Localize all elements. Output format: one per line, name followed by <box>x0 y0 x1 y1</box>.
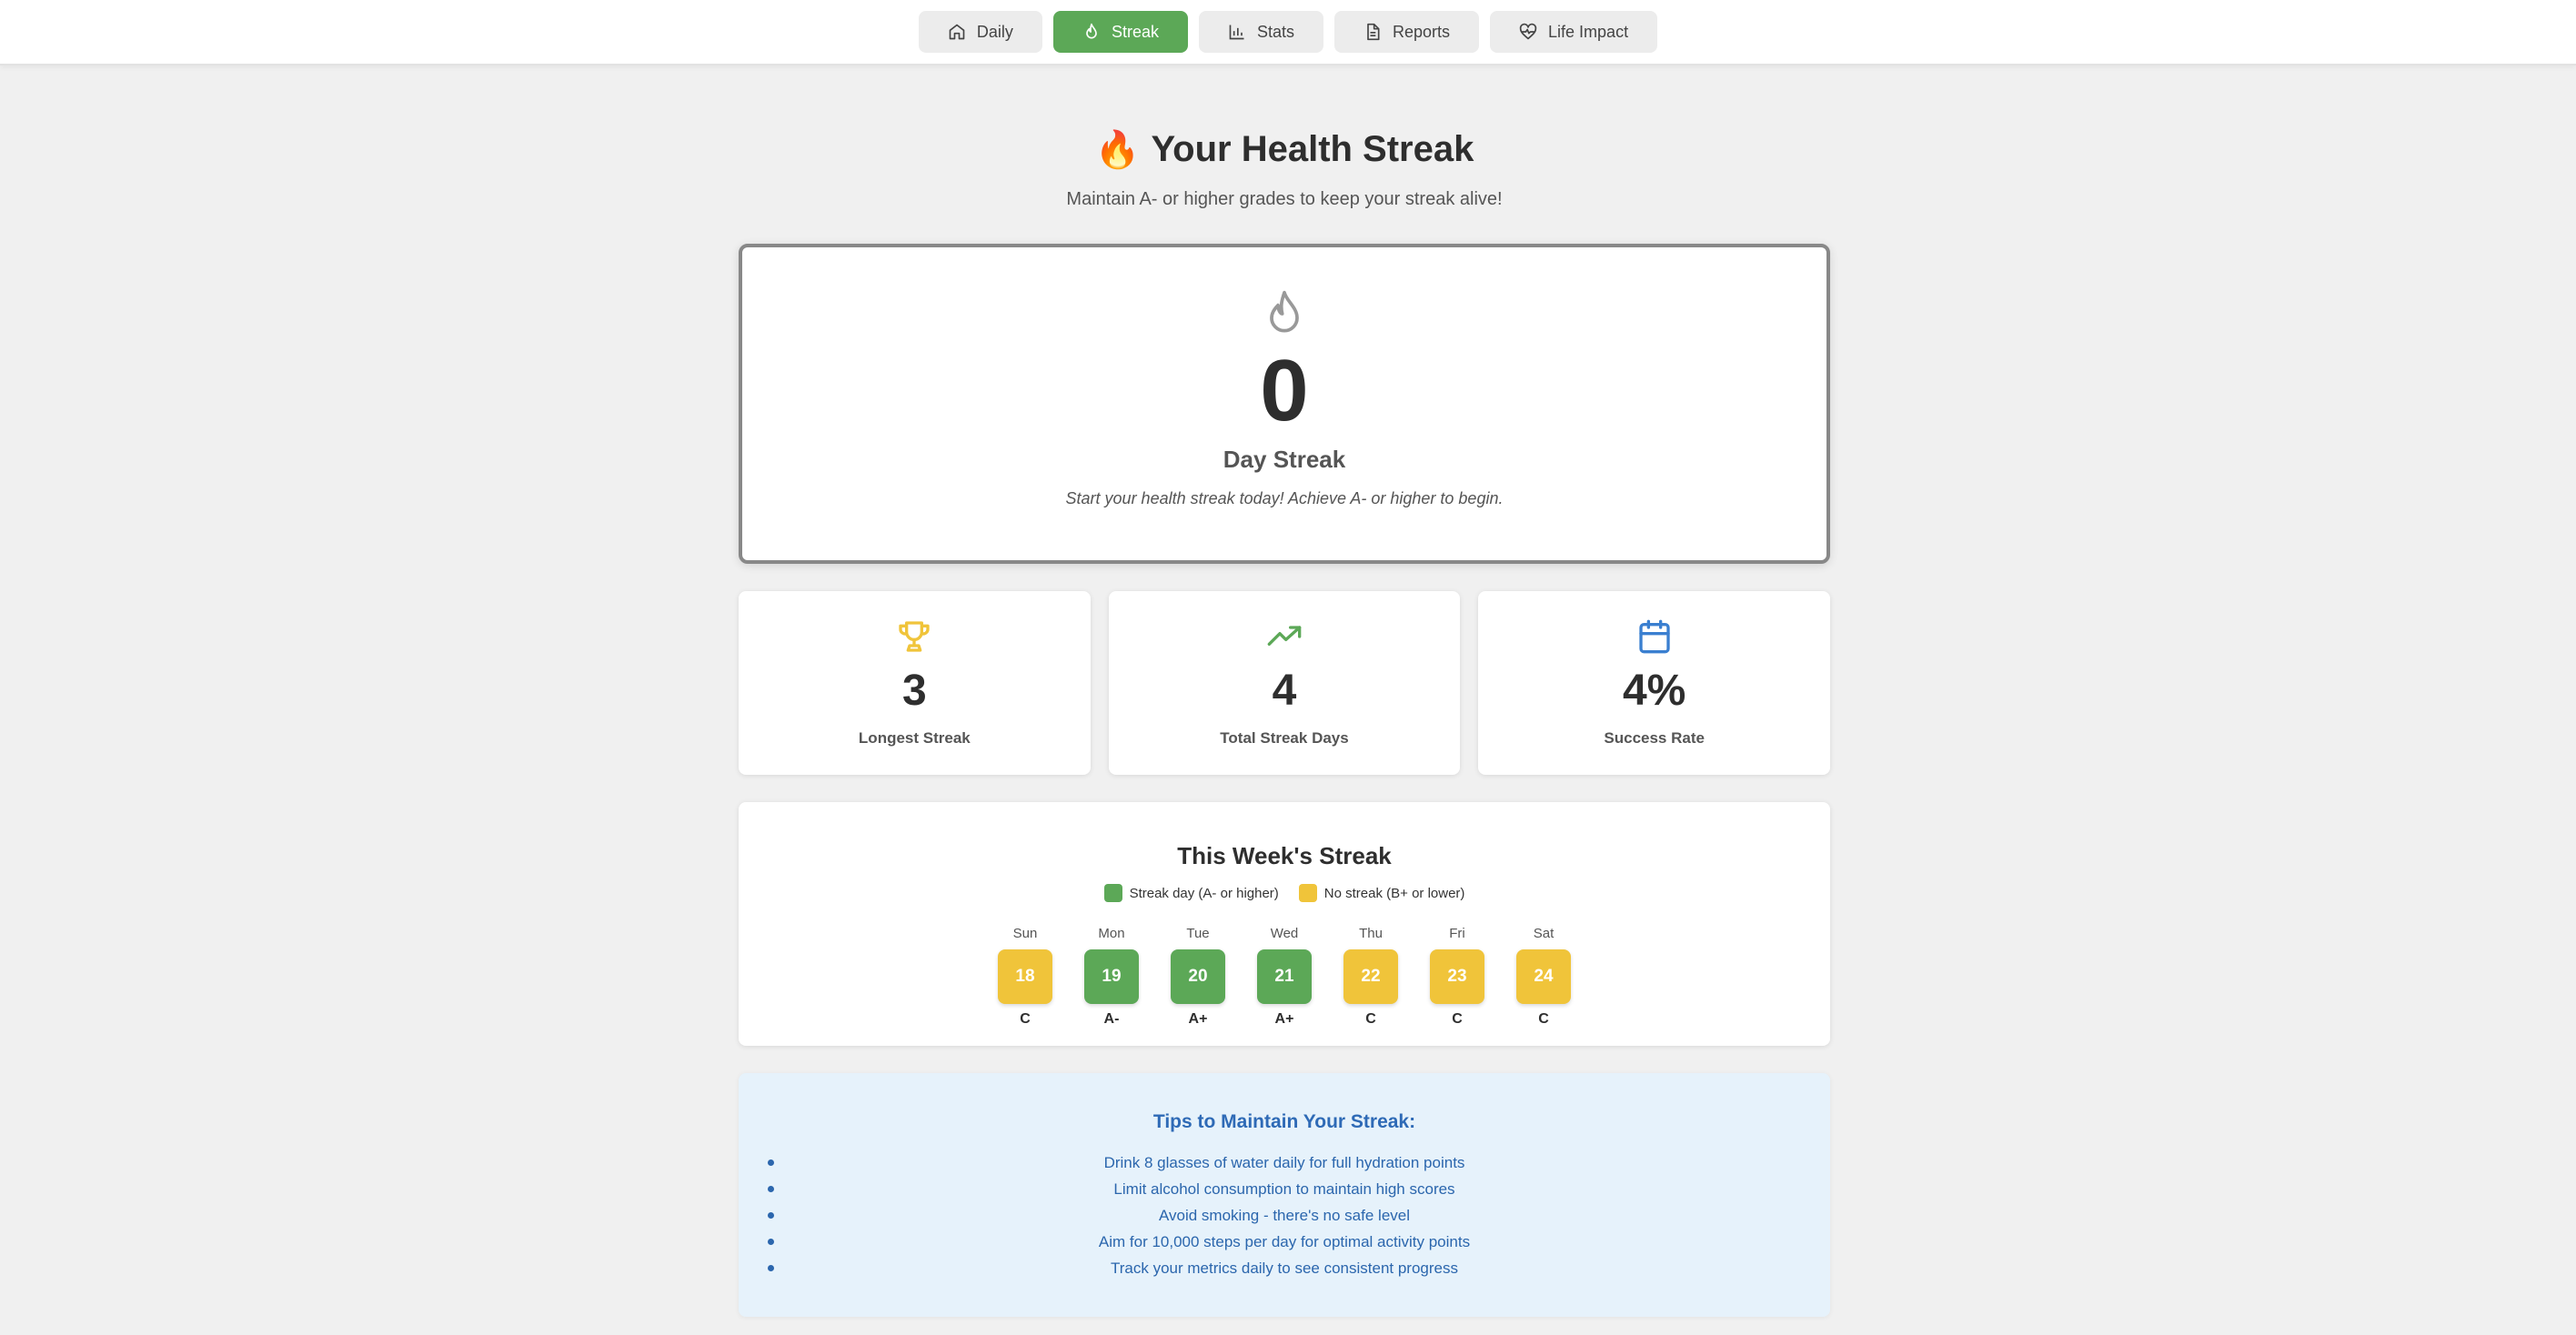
week-streak-card: This Week's Streak Streak day (A- or hig… <box>739 802 1830 1046</box>
bullet-icon <box>768 1265 774 1271</box>
day-sun: Sun 18 C <box>998 926 1052 1028</box>
calendar-icon <box>1639 619 1670 654</box>
current-streak-card: 0 Day Streak Start your health streak to… <box>739 244 1830 564</box>
bar-chart-icon <box>1229 25 1244 40</box>
tip-text: Avoid smoking - there's no safe level <box>1158 1207 1411 1224</box>
day-grade: C <box>1365 1011 1376 1027</box>
page-title: 🔥 Your Health Streak <box>739 125 1830 173</box>
tab-label: Reports <box>1393 22 1451 41</box>
legend-item-no-streak: No streak (B+ or lower) <box>1298 884 1465 902</box>
legend-swatch-yellow <box>1298 884 1317 902</box>
heart-pulse-icon <box>1519 23 1537 40</box>
legend: Streak day (A- or higher) No streak (B+ … <box>739 884 1830 902</box>
tip-text: Track your metrics daily to see consiste… <box>1110 1260 1458 1277</box>
day-date-box[interactable]: 23 <box>1430 949 1484 1004</box>
week-title: This Week's Streak <box>1177 842 1392 869</box>
day-name: Sat <box>1533 926 1555 941</box>
tab-reports[interactable]: Reports <box>1334 11 1480 53</box>
tip-text: Aim for 10,000 steps per day for optimal… <box>1098 1233 1471 1250</box>
stat-label: Longest Streak <box>858 729 971 747</box>
legend-swatch-green <box>1103 884 1122 902</box>
legend-label: Streak day (A- or higher) <box>1129 885 1279 901</box>
day-grade: A+ <box>1188 1011 1208 1027</box>
day-date-box[interactable]: 22 <box>1343 949 1398 1004</box>
tips-list: Drink 8 glasses of water daily for full … <box>739 1149 1830 1281</box>
day-date-box[interactable]: 20 <box>1171 949 1225 1004</box>
streak-count: 0 <box>1260 342 1309 439</box>
bullet-icon <box>768 1186 774 1192</box>
day-name: Mon <box>1098 926 1125 941</box>
tab-label: Life Impact <box>1548 22 1629 41</box>
tab-daily[interactable]: Daily <box>918 11 1042 53</box>
week-days: Sun 18 C Mon 19 A- Tue 20 A+ Wed 21 A+ T… <box>739 926 1830 1028</box>
tip-text: Drink 8 glasses of water daily for full … <box>1103 1154 1465 1171</box>
stat-card-success-rate: 4% Success Rate <box>1478 591 1831 775</box>
flame-icon <box>1086 23 1097 39</box>
stat-label: Success Rate <box>1604 729 1705 747</box>
page-subtitle: Maintain A- or higher grades to keep you… <box>1066 189 1503 209</box>
day-grade: C <box>1020 1011 1031 1027</box>
day-date-box[interactable]: 19 <box>1084 949 1139 1004</box>
bullet-icon <box>768 1239 774 1245</box>
day-tue: Tue 20 A+ <box>1171 926 1225 1028</box>
stat-card-longest-streak: 3 Longest Streak <box>739 591 1091 775</box>
trophy-icon <box>899 621 930 652</box>
day-name: Wed <box>1270 926 1299 941</box>
day-date-box[interactable]: 21 <box>1257 949 1312 1004</box>
streak-label: Day Streak <box>1223 446 1346 473</box>
tip-text: Limit alcohol consumption to maintain hi… <box>1113 1180 1455 1198</box>
page-title-text: Your Health Streak <box>1151 128 1474 169</box>
bullet-icon <box>768 1212 774 1219</box>
day-grade: A- <box>1103 1011 1120 1027</box>
fire-emoji-icon: 🔥 <box>1094 129 1141 170</box>
tip-item: Aim for 10,000 steps per day for optimal… <box>739 1229 1830 1255</box>
tab-label: Streak <box>1111 22 1159 41</box>
day-sat: Sat 24 C <box>1516 926 1571 1028</box>
tip-item: Track your metrics daily to see consiste… <box>739 1255 1830 1281</box>
legend-label: No streak (B+ or lower) <box>1323 885 1465 901</box>
legend-item-streak: Streak day (A- or higher) <box>1103 884 1279 902</box>
home-icon <box>949 24 965 40</box>
day-date-box[interactable]: 18 <box>998 949 1052 1004</box>
day-date-box[interactable]: 24 <box>1516 949 1571 1004</box>
tip-item: Drink 8 glasses of water daily for full … <box>739 1149 1830 1176</box>
tab-label: Stats <box>1256 22 1294 41</box>
day-mon: Mon 19 A- <box>1084 926 1139 1028</box>
tab-label: Daily <box>976 22 1013 41</box>
stat-value: 4% <box>1622 667 1686 715</box>
streak-message: Start your health streak today! Achieve … <box>1065 489 1504 507</box>
day-grade: C <box>1452 1011 1463 1027</box>
day-name: Sun <box>1012 926 1038 941</box>
tab-life-impact[interactable]: Life Impact <box>1490 11 1658 53</box>
day-thu: Thu 22 C <box>1343 926 1398 1028</box>
bullet-icon <box>768 1159 774 1166</box>
tips-card: Tips to Maintain Your Streak: Drink 8 gl… <box>739 1073 1830 1317</box>
tab-stats[interactable]: Stats <box>1198 11 1323 53</box>
day-grade: C <box>1538 1011 1549 1027</box>
stat-value: 4 <box>1272 667 1297 715</box>
document-icon <box>1367 23 1380 41</box>
stats-row: 3 Longest Streak 4 Total Streak Days 4% … <box>739 591 1831 775</box>
top-nav: Daily Streak Stats Reports Life Impact <box>0 0 2576 65</box>
stat-value: 3 <box>901 667 927 715</box>
day-name: Thu <box>1359 926 1383 941</box>
tip-item: Limit alcohol consumption to maintain hi… <box>739 1176 1830 1202</box>
day-name: Fri <box>1449 926 1465 941</box>
stat-card-total-streak-days: 4 Total Streak Days <box>1108 591 1461 775</box>
tips-title: Tips to Maintain Your Streak: <box>1152 1111 1416 1132</box>
main-content: 🔥 Your Health Streak Maintain A- or high… <box>739 65 1831 1317</box>
stat-label: Total Streak Days <box>1220 729 1349 747</box>
day-grade: A+ <box>1274 1011 1294 1027</box>
tip-item: Avoid smoking - there's no safe level <box>739 1202 1830 1229</box>
trending-up-icon <box>1267 626 1302 646</box>
day-wed: Wed 21 A+ <box>1257 926 1312 1028</box>
tab-streak[interactable]: Streak <box>1052 11 1188 53</box>
flame-icon <box>1270 290 1299 333</box>
day-name: Tue <box>1186 926 1210 941</box>
day-fri: Fri 23 C <box>1430 926 1484 1028</box>
